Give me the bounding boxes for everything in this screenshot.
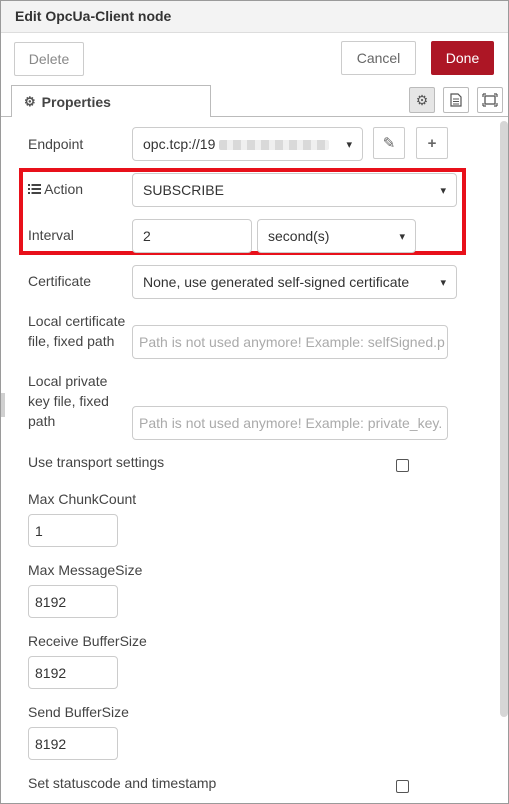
interval-unit-selected: second(s) (268, 228, 330, 244)
endpoint-select[interactable]: opc.tcp://19 ▾ (132, 127, 363, 161)
chevron-down-icon: ▾ (440, 276, 446, 289)
use-transport-label: Use transport settings (28, 454, 165, 470)
certificate-selected: None, use generated self-signed certific… (143, 274, 410, 290)
interval-input[interactable]: 2 (132, 219, 252, 253)
interval-value: 2 (143, 228, 151, 244)
max-message-input[interactable]: 8192 (28, 585, 118, 618)
delete-button[interactable]: Delete (14, 42, 84, 76)
resize-handle[interactable] (1, 393, 5, 417)
max-chunk-value: 1 (35, 522, 43, 539)
local-key-label: Local private key file, fixed path (28, 371, 109, 431)
chevron-down-icon: ▾ (346, 138, 352, 151)
dialog-titlebar: Edit OpcUa-Client node (1, 1, 508, 33)
action-label-row: Action (28, 179, 83, 199)
local-key-label-line1: Local private (28, 373, 108, 389)
interval-unit-select[interactable]: second(s) ▾ (257, 219, 416, 253)
edit-endpoint-button[interactable]: ✎ (373, 127, 405, 159)
local-key-label-line2: key file, fixed (28, 393, 109, 409)
set-status-label: Set statuscode and timestamp (28, 775, 217, 791)
tab-bar: ⚙ Properties ⚙ (1, 85, 508, 117)
gear-icon: ⚙ (24, 93, 36, 109)
redacted-endpoint (219, 140, 330, 151)
plus-icon: + (427, 134, 437, 152)
tab-properties[interactable]: ⚙ Properties (11, 85, 211, 117)
local-cert-label: Local certificate file, fixed path (28, 311, 125, 351)
tab-properties-label: Properties (41, 93, 111, 110)
edit-node-dialog: Edit OpcUa-Client node Delete Cancel Don… (0, 0, 509, 804)
add-endpoint-button[interactable]: + (416, 127, 448, 159)
interval-label: Interval (28, 227, 74, 243)
send-buffer-input[interactable]: 8192 (28, 727, 118, 760)
set-status-checkbox[interactable] (396, 780, 409, 793)
certificate-select[interactable]: None, use generated self-signed certific… (132, 265, 457, 299)
dialog-title: Edit OpcUa-Client node (15, 8, 172, 24)
list-icon (28, 181, 44, 197)
max-chunk-input[interactable]: 1 (28, 514, 118, 547)
certificate-label: Certificate (28, 273, 92, 289)
chevron-down-icon: ▾ (399, 230, 405, 243)
local-key-label-line3: path (28, 413, 56, 429)
max-message-value: 8192 (35, 593, 67, 610)
cancel-button[interactable]: Cancel (341, 41, 416, 75)
local-cert-label-line2: file, fixed path (28, 333, 115, 349)
local-cert-label-line1: Local certificate (28, 313, 126, 329)
document-icon[interactable] (443, 87, 469, 113)
chevron-down-icon: ▾ (440, 184, 446, 197)
receive-buffer-input[interactable]: 8192 (28, 656, 118, 689)
local-key-input[interactable]: Path is not used anymore! Example: priva… (132, 406, 448, 440)
frame-icon[interactable] (477, 87, 503, 113)
max-chunk-label: Max ChunkCount (28, 491, 137, 507)
local-cert-placeholder: Path is not used anymore! Example: selfS… (139, 334, 445, 350)
pencil-icon: ✎ (382, 135, 396, 152)
max-message-label: Max MessageSize (28, 562, 143, 578)
local-key-placeholder: Path is not used anymore! Example: priva… (139, 415, 443, 431)
endpoint-label: Endpoint (28, 136, 84, 152)
action-label: Action (44, 181, 84, 197)
vertical-scrollbar[interactable] (500, 121, 508, 717)
send-buffer-value: 8192 (35, 735, 67, 752)
endpoint-value: opc.tcp://19 (143, 136, 216, 152)
action-select[interactable]: SUBSCRIBE ▾ (132, 173, 457, 207)
gear-icon[interactable]: ⚙ (409, 87, 435, 113)
receive-buffer-label: Receive BufferSize (28, 633, 147, 649)
action-selected: SUBSCRIBE (143, 182, 224, 198)
local-cert-input[interactable]: Path is not used anymore! Example: selfS… (132, 325, 448, 359)
send-buffer-label: Send BufferSize (28, 704, 129, 720)
done-button[interactable]: Done (431, 41, 494, 75)
receive-buffer-value: 8192 (35, 664, 67, 681)
use-transport-checkbox[interactable] (396, 459, 409, 472)
